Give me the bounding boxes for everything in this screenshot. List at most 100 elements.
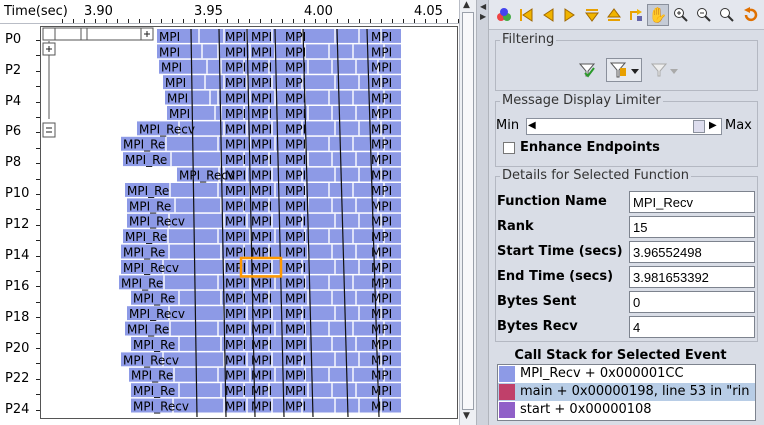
time-tick [183, 19, 184, 23]
event-label: MPI [251, 92, 272, 106]
prev-icon[interactable] [537, 4, 559, 26]
callstack-list[interactable]: MPI_Recv + 0x000001CC main + 0x00000198,… [497, 364, 756, 421]
event-bar[interactable] [157, 44, 401, 59]
event-label: MPI_Re [133, 384, 175, 398]
bytes-sent-input[interactable] [629, 291, 755, 313]
event-label: MPI_Re [125, 153, 167, 167]
splitter-right-arrow-icon[interactable]: ▶ [480, 12, 486, 21]
event-bar[interactable] [159, 59, 401, 74]
zoom-box-control[interactable] [42, 27, 154, 138]
time-tick [304, 19, 305, 23]
scroll-up-arrow-icon[interactable]: ▲ [463, 0, 470, 10]
filter-disabled-icon [650, 61, 680, 83]
event-label: MPI_Re [131, 369, 173, 383]
event-label: MPI [285, 400, 306, 414]
callstack-row[interactable]: start + 0x00000108 [498, 401, 755, 419]
filter-check-icon[interactable] [578, 61, 596, 83]
event-label: MPI_Re [133, 292, 175, 306]
event-label: MPI [371, 30, 392, 44]
event-label: MPI [285, 246, 306, 260]
event-label: MPI [225, 261, 246, 275]
zoom-fit-icon[interactable] [716, 4, 738, 26]
rank-label: Rank [497, 219, 534, 234]
event-bar[interactable] [165, 90, 401, 105]
slider-left-arrow-icon[interactable]: ◀ [528, 120, 536, 131]
event-label: MPI [251, 292, 272, 306]
time-tick [315, 19, 316, 23]
event-label: MPI [285, 338, 306, 352]
bytes-sent-label: Bytes Sent [497, 294, 577, 309]
time-tick [282, 19, 283, 23]
event-label: MPI [371, 353, 392, 367]
event-label: MPI [225, 122, 246, 136]
event-label: MPI [285, 276, 306, 290]
time-label-4.05: 4.05 [414, 4, 443, 19]
panel-splitter[interactable]: ◀ ▶ [476, 0, 489, 425]
zoom-in-icon[interactable] [670, 4, 692, 26]
zoom-out-icon[interactable] [693, 4, 715, 26]
rank-label-p12: P12 [5, 217, 30, 232]
filter-edit-button[interactable] [606, 58, 642, 82]
event-bar[interactable] [163, 75, 401, 90]
timeline-events[interactable]: MPI MPI MPI MPI MPIMPI MPI MPI MPI MPIMPI MPI MPI M… [41, 27, 457, 418]
up-icon[interactable] [603, 4, 625, 26]
event-label: MPI [225, 92, 246, 106]
function-name-input[interactable] [629, 191, 755, 213]
event-label: MPI_Re [123, 138, 165, 152]
event-label: MPI [251, 30, 272, 44]
scroll-down-arrow-icon[interactable]: ▼ [463, 411, 470, 421]
undo-icon[interactable] [739, 4, 761, 26]
event-label: MPI [251, 323, 272, 337]
hand-icon[interactable]: ✋ [647, 4, 669, 26]
scroll-thumb[interactable] [462, 12, 474, 410]
limiter-slider[interactable]: ◀ ▶ [526, 118, 722, 135]
event-bar[interactable] [167, 106, 401, 120]
event-label: MPI [225, 107, 246, 121]
end-time-input[interactable] [629, 266, 755, 288]
event-label: MPI_Re [127, 323, 169, 337]
event-label: MPI [165, 76, 186, 90]
enhance-endpoints-checkbox[interactable] [503, 142, 515, 154]
event-label: MPI [225, 45, 246, 59]
start-time-input[interactable] [629, 241, 755, 263]
event-label: MPI_Re [127, 184, 169, 198]
event-label: MPI [285, 153, 306, 167]
event-label: MPI [285, 292, 306, 306]
rank-label-p22: P22 [5, 371, 30, 386]
down-icon[interactable] [581, 4, 603, 26]
callstack-row[interactable]: MPI_Recv + 0x000001CC [498, 365, 755, 383]
time-tick [414, 19, 415, 23]
rank-input[interactable] [629, 216, 755, 238]
time-tick [359, 19, 360, 23]
event-label: MPI [161, 61, 182, 75]
slider-thumb[interactable] [693, 120, 705, 133]
callstack-text: main + 0x00000198, line 53 in "rin [520, 384, 750, 399]
timeline-canvas[interactable]: MPI MPI MPI MPI MPI MPI MPI MPI MPI MPI MPI MPI MPI M… [40, 26, 458, 419]
event-bar[interactable] [157, 29, 401, 43]
splitter-left-arrow-icon[interactable]: ◀ [480, 2, 486, 11]
jump-icon[interactable] [625, 4, 647, 26]
event-label: MPI_Recv [129, 307, 185, 321]
time-tick [326, 19, 327, 23]
event-label: MPI [251, 169, 272, 183]
event-label: MPI [285, 107, 306, 121]
time-tick [117, 19, 118, 23]
timeline-vertical-scrollbar[interactable]: ▲ ▼ [459, 0, 476, 425]
event-label: MPI [371, 307, 392, 321]
event-label: MPI [371, 384, 392, 398]
event-label: MPI [285, 384, 306, 398]
time-ruler: Time(sec) 3.90 3.95 4.00 4.05 [0, 0, 476, 24]
next-icon[interactable] [559, 4, 581, 26]
event-label: MPI [251, 199, 272, 213]
event-label: MPI [285, 323, 306, 337]
slider-right-arrow-icon[interactable]: ▶ [709, 120, 717, 131]
color-wheel-icon[interactable] [493, 4, 515, 26]
event-label: MPI [371, 323, 392, 337]
time-tick [403, 19, 404, 23]
first-icon[interactable] [515, 4, 537, 26]
event-label: MPI [371, 369, 392, 383]
callstack-row[interactable]: main + 0x00000198, line 53 in "rin [498, 383, 755, 401]
time-tick [436, 19, 437, 23]
event-label: MPI_Recv [129, 215, 185, 229]
bytes-recv-input[interactable] [629, 316, 755, 338]
